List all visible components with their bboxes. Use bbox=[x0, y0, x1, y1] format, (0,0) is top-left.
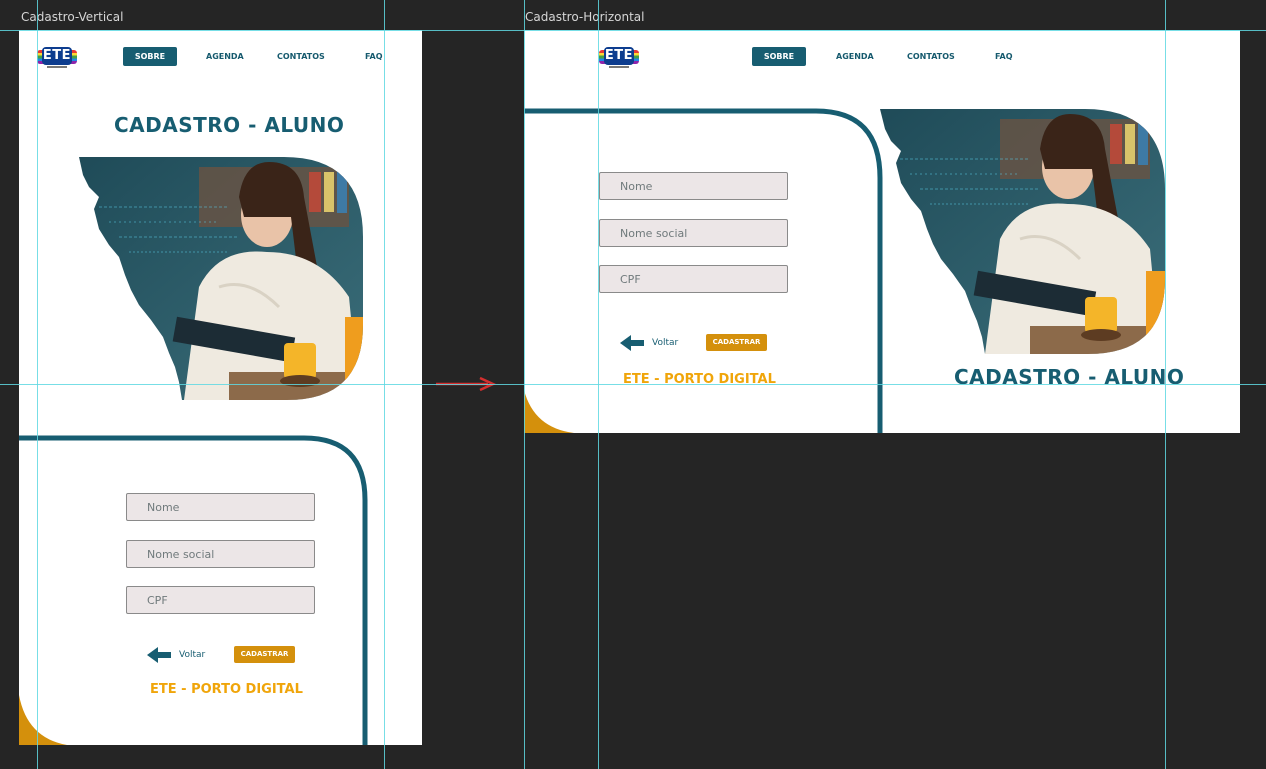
back-link[interactable]: Voltar bbox=[652, 336, 678, 350]
social-name-field[interactable]: Nome social bbox=[126, 540, 315, 568]
nav-contatos-link[interactable]: CONTATOS bbox=[907, 47, 955, 67]
guide-horizontal-2 bbox=[0, 384, 1266, 385]
nav-sobre-button[interactable]: SOBRE bbox=[123, 47, 177, 66]
back-link[interactable]: Voltar bbox=[179, 648, 205, 662]
nav-faq-link[interactable]: FAQ bbox=[995, 47, 1013, 67]
artboard-horizontal: ETE SOBRE AGENDA CONTATOS FAQ Nome Nome … bbox=[524, 30, 1240, 433]
artboard-vertical: ETE SOBRE AGENDA CONTATOS FAQ CADASTRO -… bbox=[19, 30, 422, 745]
cadastrar-button[interactable]: CADASTRAR bbox=[234, 646, 295, 663]
ete-logo-icon[interactable]: ETE bbox=[37, 46, 77, 70]
footer-brand: ETE - PORTO DIGITAL bbox=[150, 682, 303, 697]
nav-contatos-link[interactable]: CONTATOS bbox=[277, 47, 325, 67]
name-field[interactable]: Nome bbox=[126, 493, 315, 521]
cpf-field[interactable]: CPF bbox=[126, 586, 315, 614]
nav-faq-link[interactable]: FAQ bbox=[365, 47, 383, 67]
ete-logo-icon[interactable]: ETE bbox=[599, 46, 639, 70]
nav-sobre-button[interactable]: SOBRE bbox=[752, 47, 806, 66]
arrow-left-icon[interactable] bbox=[147, 647, 173, 663]
page-title: CADASTRO - ALUNO bbox=[954, 365, 1185, 389]
nav-agenda-link[interactable]: AGENDA bbox=[836, 47, 874, 67]
cpf-field[interactable]: CPF bbox=[599, 265, 788, 293]
cadastrar-button[interactable]: CADASTRAR bbox=[706, 334, 767, 351]
footer-brand: ETE - PORTO DIGITAL bbox=[623, 372, 776, 387]
page-title: CADASTRO - ALUNO bbox=[114, 113, 345, 137]
social-name-field[interactable]: Nome social bbox=[599, 219, 788, 247]
nav-agenda-link[interactable]: AGENDA bbox=[206, 47, 244, 67]
artboard-label-horizontal: Cadastro-Horizontal bbox=[525, 10, 645, 24]
student-photo bbox=[880, 109, 1166, 354]
arrow-left-icon[interactable] bbox=[620, 335, 646, 351]
name-field[interactable]: Nome bbox=[599, 172, 788, 200]
student-photo bbox=[79, 157, 364, 400]
guide-horizontal-1 bbox=[0, 30, 1266, 31]
